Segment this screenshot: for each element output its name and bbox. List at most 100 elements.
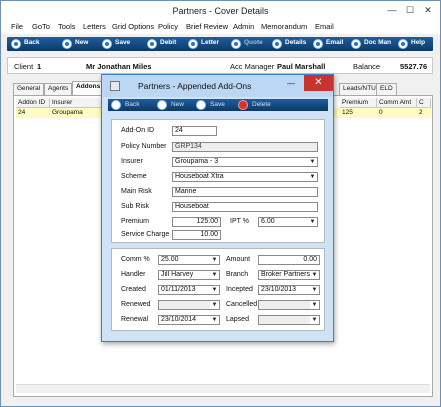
- lapsed-date-picker[interactable]: ▼: [258, 315, 320, 325]
- save-button[interactable]: Save: [102, 38, 136, 50]
- sub-risk-label: Sub Risk: [121, 203, 150, 210]
- minimize-icon[interactable]: —: [385, 4, 399, 16]
- policy-number-label: Policy Number: [121, 143, 167, 150]
- handler-dropdown[interactable]: Jill Harvey ▼: [158, 270, 220, 280]
- menu-email[interactable]: Email: [315, 22, 334, 31]
- addon-id-field[interactable]: 24: [172, 126, 217, 136]
- renewed-label: Renewed: [121, 301, 151, 308]
- menu-tools[interactable]: Tools: [58, 22, 76, 31]
- insurer-dropdown[interactable]: Groupama - 3 ▼: [172, 157, 318, 167]
- menu-policy[interactable]: Policy: [158, 22, 178, 31]
- renewal-date-picker[interactable]: 23/10/2014 ▼: [158, 315, 220, 325]
- dialog-close-icon[interactable]: ✕: [304, 75, 333, 91]
- branch-label: Branch: [226, 271, 249, 278]
- dialog-delete-button[interactable]: Delete: [238, 100, 278, 110]
- menu-letters[interactable]: Letters: [83, 22, 106, 31]
- branch-dropdown[interactable]: Broker Partners L ▼: [258, 270, 320, 280]
- table-cell: 125: [340, 108, 377, 118]
- chevron-down-icon: ▼: [310, 301, 319, 309]
- addon-details-section: Add-On ID 24 Policy Number GRP134 Insure…: [111, 119, 325, 243]
- premium-field[interactable]: 125.00: [172, 217, 221, 227]
- debit-icon: [147, 39, 157, 49]
- chevron-down-icon: ▼: [308, 173, 317, 181]
- table-cell: 0: [377, 108, 417, 118]
- premium-label: Premium: [121, 218, 150, 225]
- tab-leads-ntu[interactable]: Leads/NTU: [339, 83, 380, 95]
- client-label: Client: [14, 62, 34, 71]
- incepted-label: Incepted: [226, 286, 253, 293]
- back-icon: [111, 100, 121, 110]
- help-button[interactable]: Help: [398, 38, 430, 50]
- amount-field[interactable]: 0.00: [258, 255, 320, 265]
- menu-goto[interactable]: GoTo: [32, 22, 50, 31]
- main-toolbar: Back New Save Debit Letter Quote Details: [7, 37, 433, 51]
- acc-manager-label: Acc Manager: [230, 62, 275, 71]
- back-button[interactable]: Back: [11, 38, 47, 50]
- letter-button[interactable]: Letter: [188, 38, 224, 50]
- dialog-new-button[interactable]: New: [157, 100, 189, 110]
- maximize-icon[interactable]: ☐: [403, 4, 417, 16]
- cancelled-date-picker[interactable]: ▼: [258, 300, 320, 310]
- letter-icon: [188, 39, 198, 49]
- new-icon: [62, 39, 72, 49]
- menu-admin[interactable]: Admin: [233, 22, 254, 31]
- doc-man-icon: [351, 39, 361, 49]
- scheme-value: Houseboat Xtra: [175, 173, 224, 180]
- app-icon: [110, 81, 120, 91]
- new-button[interactable]: New: [62, 38, 96, 50]
- tab-general[interactable]: General: [13, 83, 45, 95]
- sub-risk-field[interactable]: Houseboat: [172, 202, 318, 212]
- details-button[interactable]: Details: [272, 38, 308, 50]
- renewed-date-picker[interactable]: ▼: [158, 300, 220, 310]
- ipt-label: IPT %: [230, 218, 249, 225]
- renewal-label: Renewal: [121, 316, 149, 323]
- help-icon: [398, 39, 408, 49]
- dialog-minimize-icon[interactable]: —: [286, 80, 296, 88]
- menu-file[interactable]: File: [11, 22, 23, 31]
- doc-man-button[interactable]: Doc Man: [351, 38, 391, 50]
- tab-agents[interactable]: Agents: [44, 83, 73, 95]
- chevron-down-icon: ▼: [210, 286, 219, 294]
- incepted-value: 23/10/2013: [261, 286, 297, 293]
- email-button[interactable]: Email: [313, 38, 349, 50]
- main-title-bar: Partners - Cover Details — ☐ ✕: [1, 1, 440, 21]
- cancelled-label: Cancelled: [226, 301, 258, 308]
- chevron-down-icon: ▼: [210, 301, 219, 309]
- debit-button[interactable]: Debit: [147, 38, 181, 50]
- balance-label: Balance: [353, 62, 381, 71]
- dialog-back-button[interactable]: Back: [111, 100, 145, 110]
- menu-grid-options[interactable]: Grid Options: [112, 22, 154, 31]
- service-charge-field[interactable]: 10.00: [172, 230, 221, 240]
- table-cell: 2: [417, 108, 431, 118]
- column-header[interactable]: C: [417, 98, 431, 108]
- addon-id-label: Add-On ID: [121, 127, 155, 134]
- commission-dates-section: Comm % 25.00 ▼ Amount 0.00 Handler Jill …: [111, 248, 325, 331]
- tab-addons[interactable]: Addons: [72, 81, 105, 95]
- column-header[interactable]: Premium: [340, 98, 377, 108]
- service-charge-label: Service Charge: [121, 231, 170, 238]
- quote-button[interactable]: Quote: [231, 38, 267, 50]
- menu-brief-review[interactable]: Brief Review: [186, 22, 228, 31]
- quote-icon: [231, 39, 241, 49]
- column-header[interactable]: Addon ID: [16, 98, 50, 108]
- tab-eld[interactable]: ELD: [376, 83, 397, 95]
- horizontal-scrollbar[interactable]: [16, 384, 430, 393]
- insurer-value: Groupama - 3: [175, 158, 219, 165]
- back-icon: [11, 39, 21, 49]
- created-date-picker[interactable]: 01/11/2013 ▼: [158, 285, 220, 295]
- comm-pct-value: 25.00: [161, 256, 179, 263]
- main-risk-field[interactable]: Marine: [172, 187, 318, 197]
- insurer-label: Insurer: [121, 158, 143, 165]
- chevron-down-icon: ▼: [308, 218, 317, 226]
- ipt-value: 6.00: [261, 218, 275, 225]
- ipt-dropdown[interactable]: 6.00 ▼: [258, 217, 318, 227]
- incepted-date-picker[interactable]: 23/10/2013 ▼: [258, 285, 320, 295]
- comm-pct-dropdown[interactable]: 25.00 ▼: [158, 255, 220, 265]
- column-header[interactable]: Comm Amt: [377, 98, 417, 108]
- close-icon[interactable]: ✕: [421, 4, 435, 16]
- policy-number-field[interactable]: GRP134: [172, 142, 318, 152]
- scheme-dropdown[interactable]: Houseboat Xtra ▼: [172, 172, 318, 182]
- menu-memorandum[interactable]: Memorandum: [261, 22, 307, 31]
- dialog-save-button[interactable]: Save: [196, 100, 230, 110]
- dialog-title-bar: Partners - Appended Add-Ons — ✕: [102, 75, 333, 97]
